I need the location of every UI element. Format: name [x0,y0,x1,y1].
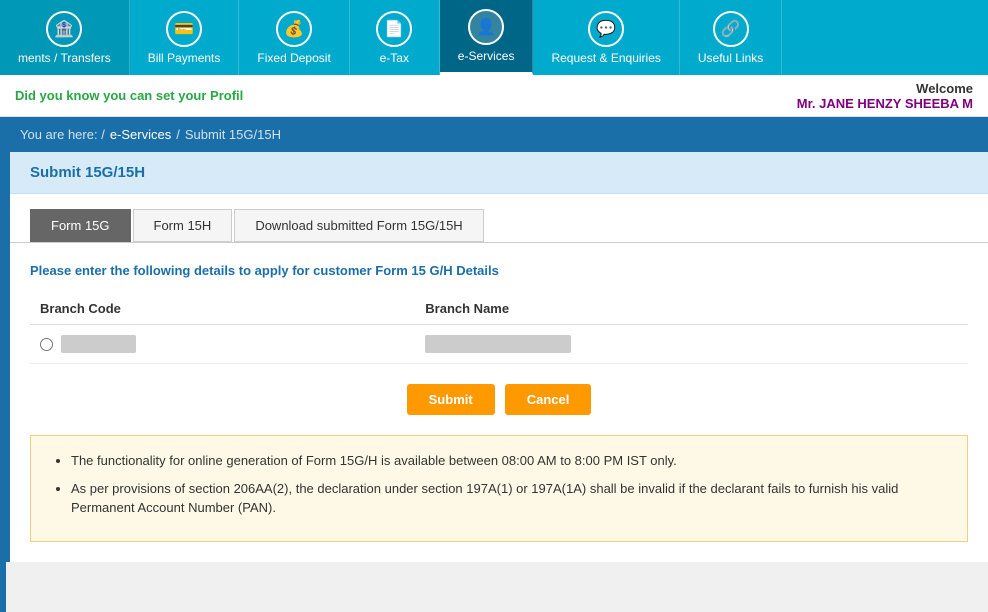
e-services-icon: 👤 [468,9,504,45]
breadcrumb-link-eservices[interactable]: e-Services [110,127,171,142]
payments-icon: 🏦 [46,11,82,47]
e-tax-icon: 📄 [376,11,412,47]
branch-code-cell: ███ ████ [30,325,415,364]
useful-links-icon: 🔗 [713,11,749,47]
nav-item-useful-links[interactable]: 🔗 Useful Links [680,0,782,75]
request-icon: 💬 [588,11,624,47]
marquee-text: Did you know you can set your Profil [15,88,243,103]
nav-item-e-services[interactable]: 👤 e-Services [440,0,534,75]
bill-payments-icon: 💳 [166,11,202,47]
breadcrumb-prefix: You are here: / [20,127,105,142]
breadcrumb-separator: / [176,127,180,142]
welcome-box: Welcome Mr. JANE HENZY SHEEBA M [797,81,973,111]
tab-form15g[interactable]: Form 15G [30,209,131,242]
info-bar: Did you know you can set your Profil Wel… [0,75,988,117]
nav-label-bill-payments: Bill Payments [148,51,221,65]
tabs: Form 15G Form 15H Download submitted For… [10,194,988,243]
form-area: Please enter the following details to ap… [10,243,988,562]
breadcrumb: You are here: / e-Services / Submit 15G/… [0,117,988,152]
notice-list: The functionality for online generation … [51,451,947,518]
nav-label-fixed-deposit: Fixed Deposit [257,51,330,65]
form-title: Submit 15G/15H [10,152,988,194]
cancel-button[interactable]: Cancel [505,384,592,415]
branch-name-cell: ████ ███████ ████ [415,325,968,364]
form-instruction: Please enter the following details to ap… [30,263,968,278]
nav-item-request-enquiries[interactable]: 💬 Request & Enquiries [533,0,679,75]
nav-label-useful-links: Useful Links [698,51,763,65]
col-branch-code: Branch Code [30,293,415,325]
welcome-label: Welcome [797,81,973,96]
nav-label-request-enquiries: Request & Enquiries [551,51,660,65]
nav-item-fixed-deposit[interactable]: 💰 Fixed Deposit [239,0,349,75]
branch-name-value: ████ ███████ ████ [425,335,571,353]
nav-label-payments: ments / Transfers [18,51,111,65]
nav-label-e-tax: e-Tax [380,51,409,65]
nav-item-payments[interactable]: 🏦 ments / Transfers [0,0,130,75]
branch-code-value: ███ ████ [61,335,136,353]
breadcrumb-current: Submit 15G/15H [185,127,281,142]
table-row: ███ ████ ████ ███████ ████ [30,325,968,364]
nav-item-bill-payments[interactable]: 💳 Bill Payments [130,0,240,75]
tab-form15h[interactable]: Form 15H [133,209,233,242]
branch-radio[interactable] [40,338,53,351]
notice-box: The functionality for online generation … [30,435,968,542]
btn-row: Submit Cancel [30,384,968,415]
submit-button[interactable]: Submit [407,384,495,415]
user-name: Mr. JANE HENZY SHEEBA M [797,96,973,111]
top-nav: 🏦 ments / Transfers 💳 Bill Payments 💰 Fi… [0,0,988,75]
fixed-deposit-icon: 💰 [276,11,312,47]
main-content: Submit 15G/15H Form 15G Form 15H Downloa… [6,152,988,562]
tab-download[interactable]: Download submitted Form 15G/15H [234,209,483,242]
branch-table: Branch Code Branch Name ███ ████ [30,293,968,364]
nav-label-e-services: e-Services [458,49,515,63]
notice-item-1: The functionality for online generation … [71,451,947,471]
col-branch-name: Branch Name [415,293,968,325]
notice-item-2: As per provisions of section 206AA(2), t… [71,479,947,518]
page-wrapper: Submit 15G/15H Form 15G Form 15H Downloa… [0,152,988,612]
content-wrapper: Submit 15G/15H Form 15G Form 15H Downloa… [6,152,988,612]
nav-item-e-tax[interactable]: 📄 e-Tax [350,0,440,75]
branch-code-content: ███ ████ [40,335,405,353]
